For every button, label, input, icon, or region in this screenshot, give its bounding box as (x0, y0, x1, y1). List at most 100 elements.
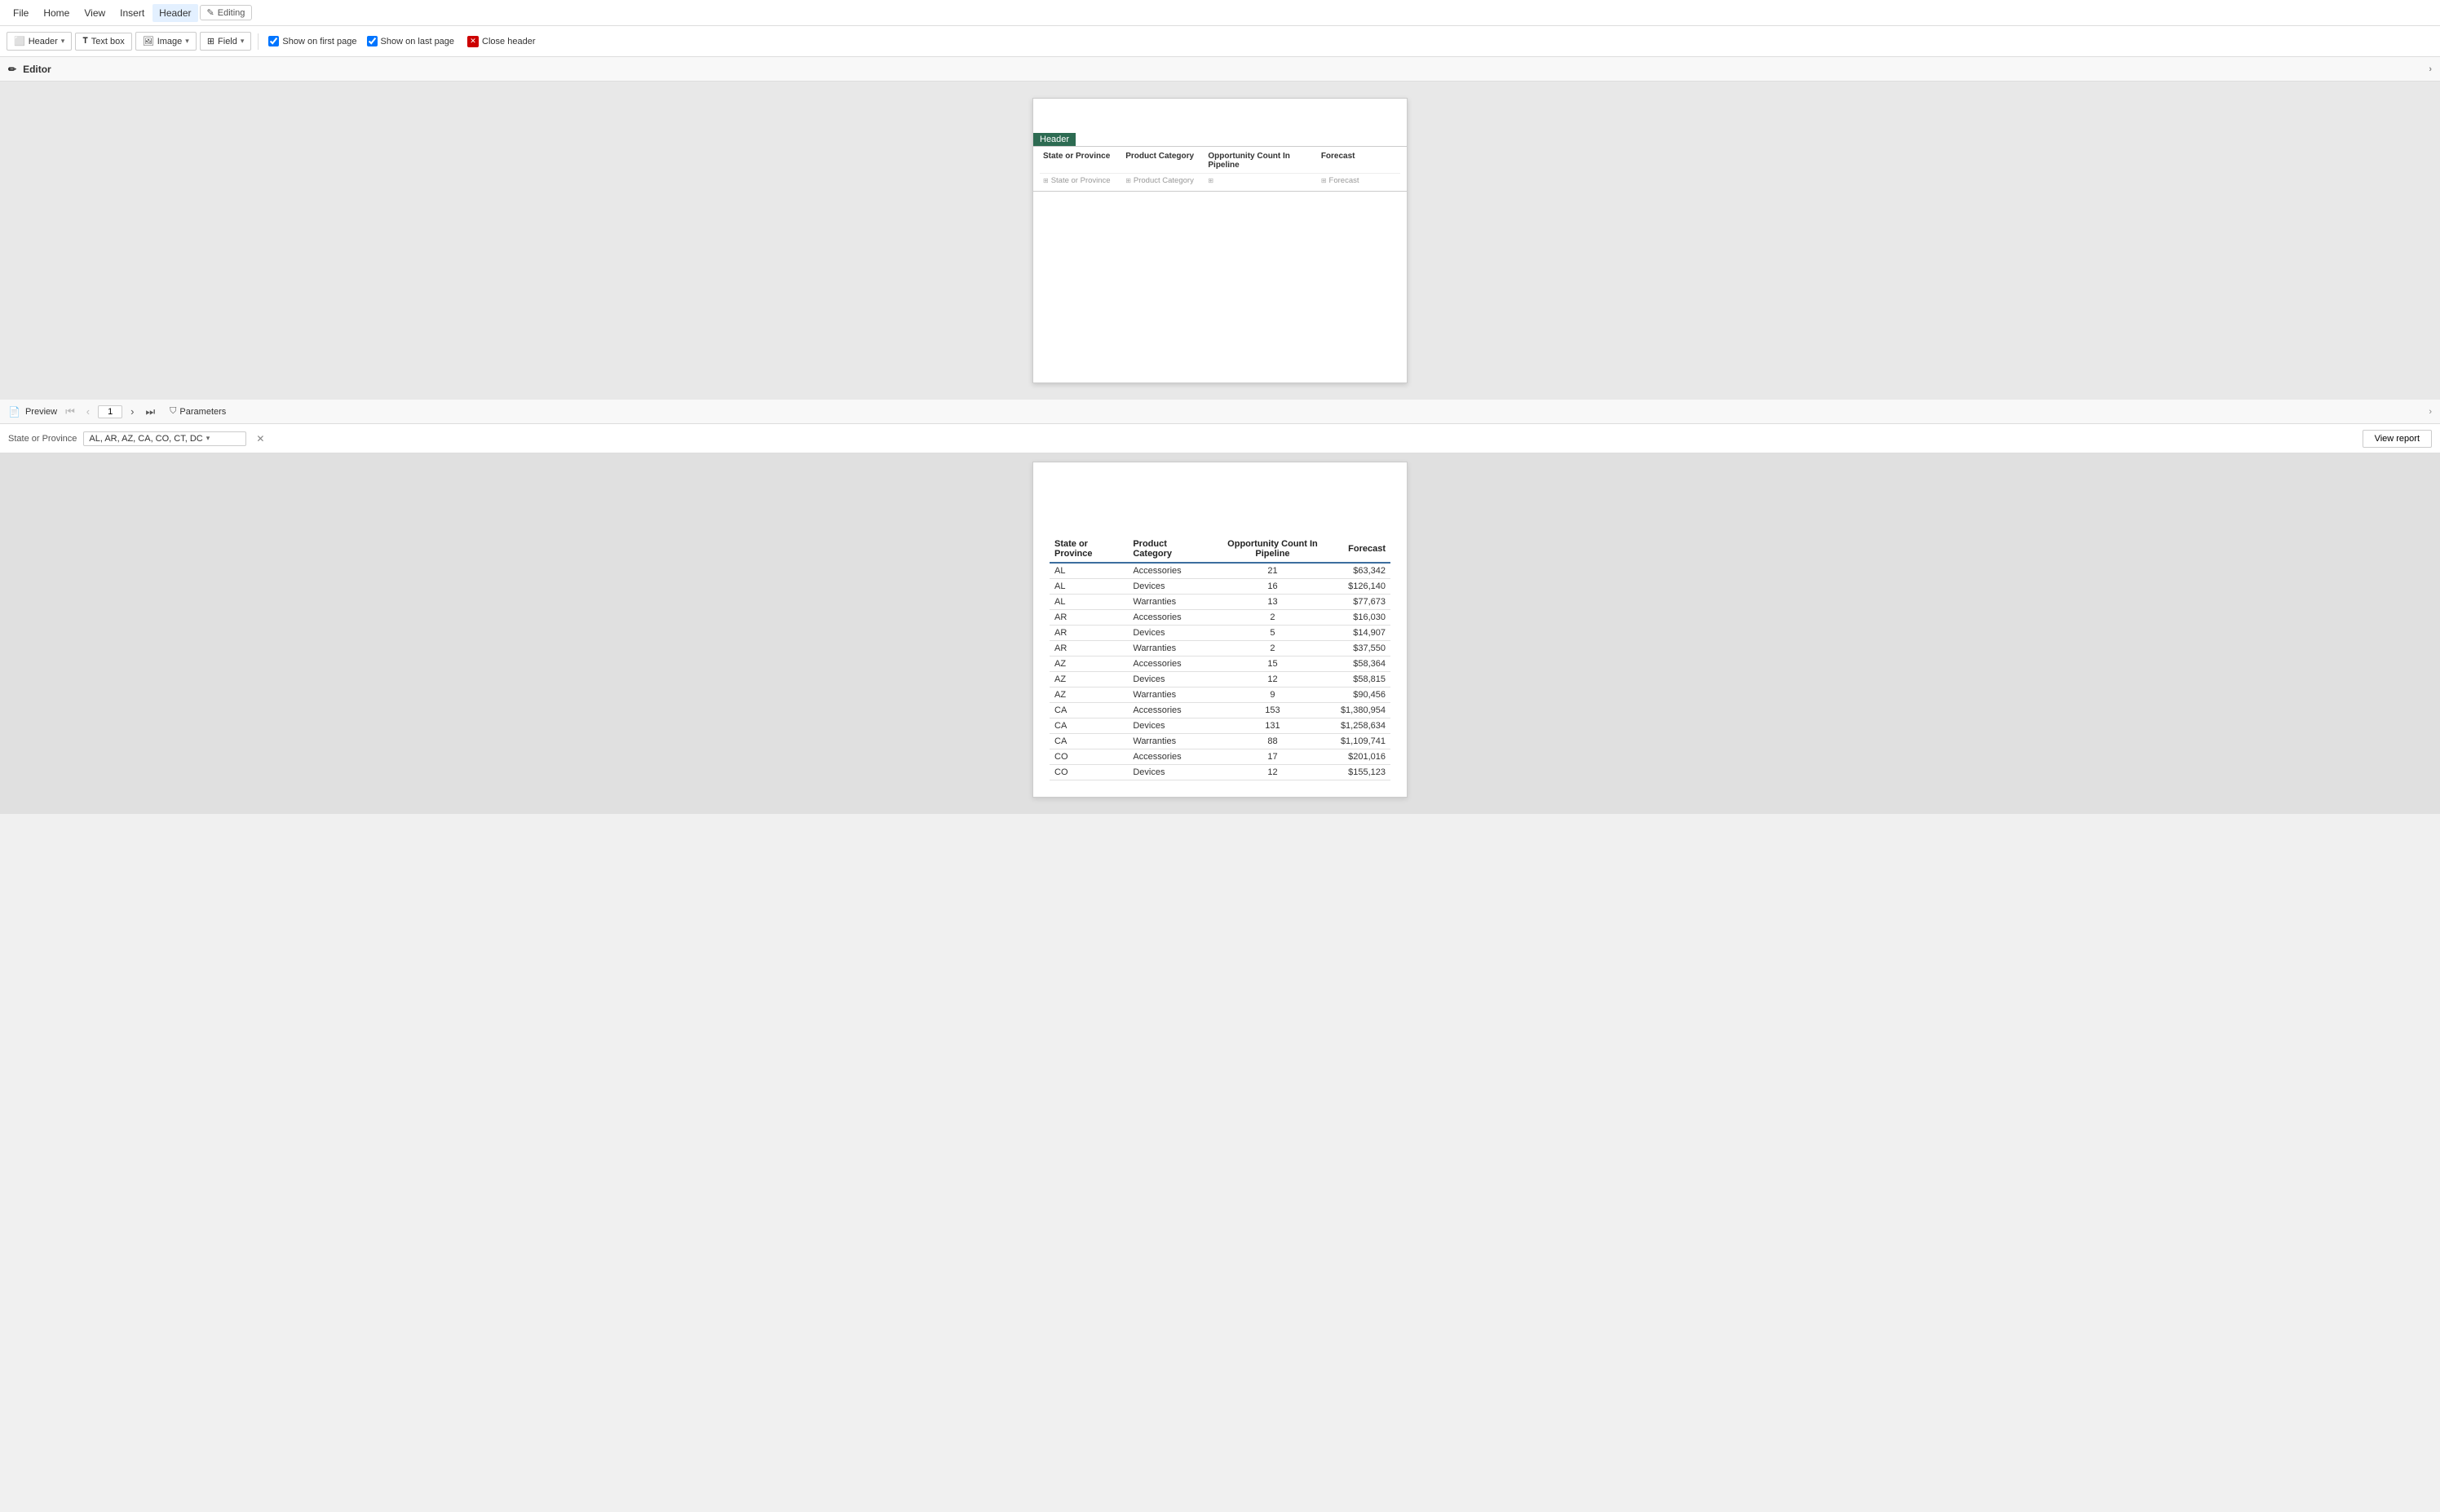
cell-count: 13 (1209, 595, 1336, 610)
close-header-label: Close header (482, 37, 535, 46)
cell-forecast: $126,140 (1336, 579, 1390, 595)
cell-category: Devices (1128, 626, 1209, 641)
menu-header[interactable]: Header (152, 4, 197, 22)
params-bar: State or Province AL, AR, AZ, CA, CO, CT… (0, 424, 2440, 453)
image-button[interactable]: 🖼 Image ▾ (135, 32, 197, 51)
table-row: CA Accessories 153 $1,380,954 (1050, 703, 1390, 718)
param-clear-btn[interactable]: ✕ (256, 433, 264, 444)
cell-forecast: $58,364 (1336, 657, 1390, 672)
cell-count: 131 (1209, 718, 1336, 734)
menu-view[interactable]: View (77, 4, 112, 22)
cell-forecast: $1,380,954 (1336, 703, 1390, 718)
preview-icon: 📄 (8, 406, 20, 418)
show-first-checkbox-input[interactable] (268, 36, 279, 46)
param-value-box[interactable]: AL, AR, AZ, CA, CO, CT, DC ▾ (83, 431, 246, 446)
show-first-page-checkbox[interactable]: Show on first page (265, 36, 360, 46)
textbox-button[interactable]: 𝐓 Text box (75, 33, 131, 51)
table-row: AR Devices 5 $14,907 (1050, 626, 1390, 641)
preview-expand-icon[interactable]: › (2429, 407, 2432, 417)
cell-count: 16 (1209, 579, 1336, 595)
menu-file[interactable]: File (7, 4, 35, 22)
menu-home[interactable]: Home (37, 4, 76, 22)
cell-forecast: $155,123 (1336, 765, 1390, 780)
nav-next-btn[interactable]: › (127, 404, 137, 419)
th-category: Product Category (1128, 536, 1209, 563)
nav-first-btn[interactable]: ⏮ (62, 404, 78, 420)
cell-state: CA (1050, 703, 1128, 718)
table-row: AL Accessories 21 $63,342 (1050, 563, 1390, 579)
cell-state: CO (1050, 765, 1128, 780)
editor-expand-icon[interactable]: › (2429, 64, 2432, 74)
cell-count: 21 (1209, 563, 1336, 579)
page-number-input[interactable] (98, 405, 122, 418)
close-header-button[interactable]: ✕ Close header (461, 33, 541, 51)
editor-icon: ✏ (8, 64, 16, 75)
param-value-text: AL, AR, AZ, CA, CO, CT, DC (89, 434, 202, 444)
cell-icon-count: ⊞ (1208, 177, 1213, 184)
cell-count: 5 (1209, 626, 1336, 641)
header-band: Header State or Province Product Categor… (1033, 133, 1407, 192)
cell-forecast: $37,550 (1336, 641, 1390, 657)
cell-state: AR (1050, 641, 1128, 657)
view-report-button[interactable]: View report (2363, 430, 2432, 448)
field-label: Field (218, 37, 237, 46)
preview-area: State or Province Product Category Oppor… (0, 453, 2440, 814)
th-forecast: Forecast (1336, 536, 1390, 563)
field-icon: ⊞ (207, 36, 214, 46)
table-row: CO Accessories 17 $201,016 (1050, 749, 1390, 765)
param-state-label: State or Province (8, 434, 77, 444)
show-first-label: Show on first page (282, 37, 356, 46)
cell-forecast: $90,456 (1336, 687, 1390, 703)
nav-prev-btn[interactable]: ‹ (83, 404, 93, 419)
preview-nav: 📄 Preview ⏮ ‹ › ⏭ ⛉ Parameters › (0, 400, 2440, 424)
image-dropdown-arrow: ▾ (185, 37, 189, 46)
cell-state: AL (1050, 563, 1128, 579)
pencil-icon: ✎ (207, 7, 214, 18)
editor-table-header-row: State or Province Product Category Oppor… (1040, 150, 1400, 173)
editor-data-state: ⊞ State or Province (1040, 175, 1122, 186)
cell-count: 2 (1209, 641, 1336, 657)
close-x-icon: ✕ (467, 36, 479, 47)
header-button[interactable]: ⬜ Header ▾ (7, 32, 72, 51)
table-row: AL Warranties 13 $77,673 (1050, 595, 1390, 610)
editor-data-forecast: ⊞ Forecast (1318, 175, 1400, 186)
table-row: AZ Accessories 15 $58,364 (1050, 657, 1390, 672)
show-last-label: Show on last page (381, 37, 455, 46)
cell-category: Accessories (1128, 657, 1209, 672)
textbox-icon: 𝐓 (82, 37, 87, 46)
table-row: AL Devices 16 $126,140 (1050, 579, 1390, 595)
cell-icon-state: ⊞ (1043, 177, 1049, 184)
editor-section-label: Editor (23, 64, 51, 75)
cell-category: Accessories (1128, 749, 1209, 765)
nav-last-btn[interactable]: ⏭ (142, 404, 158, 420)
editing-label: Editing (218, 8, 245, 18)
show-last-page-checkbox[interactable]: Show on last page (364, 36, 458, 46)
cell-category: Devices (1128, 765, 1209, 780)
cell-category: Warranties (1128, 687, 1209, 703)
cell-state: AZ (1050, 672, 1128, 687)
editing-badge[interactable]: ✎ Editing (200, 5, 253, 20)
editor-col-forecast: Forecast (1318, 150, 1400, 171)
toolbar-separator-1 (258, 33, 259, 50)
cell-state: AR (1050, 626, 1128, 641)
cell-category: Warranties (1128, 595, 1209, 610)
cell-state: AL (1050, 595, 1128, 610)
header-content: State or Province Product Category Oppor… (1033, 146, 1407, 192)
cell-state: AZ (1050, 687, 1128, 703)
editor-section-header: ✏ Editor › (0, 57, 2440, 82)
header-dropdown-arrow: ▾ (61, 37, 65, 46)
parameters-button[interactable]: ⛉ Parameters (170, 406, 226, 417)
image-icon: 🖼 (143, 36, 154, 46)
param-dropdown-arrow: ▾ (206, 434, 210, 443)
editor-area: Header State or Province Product Categor… (0, 82, 2440, 400)
table-row: AZ Warranties 9 $90,456 (1050, 687, 1390, 703)
menu-insert[interactable]: Insert (113, 4, 151, 22)
show-last-checkbox-input[interactable] (367, 36, 378, 46)
menu-bar: File Home View Insert Header ✎ Editing (0, 0, 2440, 26)
editor-data-category-text: Product Category (1134, 176, 1194, 185)
cell-category: Devices (1128, 579, 1209, 595)
page-canvas: Header State or Province Product Categor… (1032, 98, 1408, 383)
field-button[interactable]: ⊞ Field ▾ (200, 32, 252, 51)
cell-forecast: $1,109,741 (1336, 734, 1390, 749)
field-dropdown-arrow: ▾ (241, 37, 245, 46)
